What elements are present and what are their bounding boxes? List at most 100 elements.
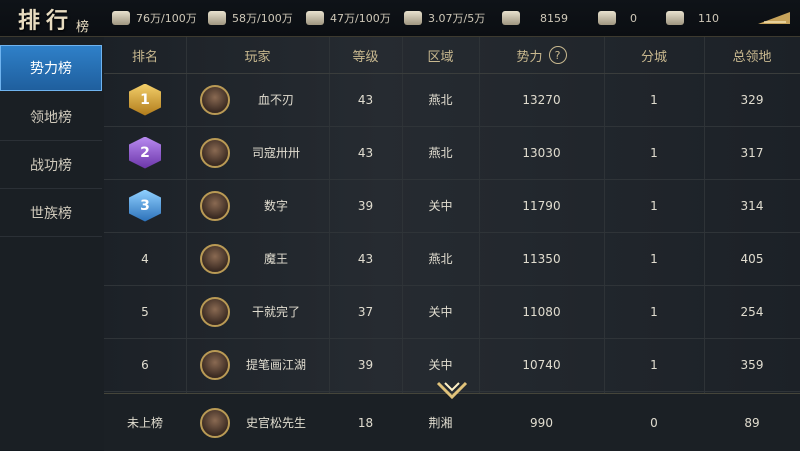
resource-wood: 58万/100万 [208,9,293,27]
header-region: 区域 [427,49,454,65]
branch-cell: 1 [650,145,658,160]
back-arrow-icon[interactable] [754,4,794,30]
territory-cell: 405 [740,251,764,266]
chevron-down-icon[interactable] [436,380,468,400]
region-cell: 燕北 [428,93,453,107]
gold-icon [598,11,616,25]
player-name: 提笔画江湖 [246,358,307,372]
level-cell: 43 [357,251,374,266]
header-level: 等级 [352,49,379,65]
territory-cell: 254 [740,304,764,319]
power-cell: 13030 [522,145,561,160]
silver-icon [666,11,684,25]
wheat-icon [112,11,130,25]
iron-icon [404,11,422,25]
level-cell: 39 [357,357,374,372]
resource-iron: 3.07万/5万 [404,9,485,27]
power-cell: 10740 [522,357,561,372]
gold-medal-icon: 1 [129,83,161,116]
self-level: 18 [357,415,374,430]
blue-medal-icon: 3 [129,189,161,222]
level-cell: 43 [357,92,374,107]
player-name: 魔王 [264,252,289,266]
command-icon [502,11,520,25]
power-cell: 11790 [522,198,561,213]
tab-merit-ranking[interactable]: 战功榜 [0,142,102,189]
self-territory: 89 [744,415,760,430]
player-cell: 魔王 [186,232,329,285]
table-row[interactable]: 1 血不刃 43 燕北 13270 1 329 [104,73,800,127]
self-power: 990 [530,415,553,430]
territory-cell: 329 [740,92,764,107]
resource-wheat: 76万/100万 [112,9,197,27]
page-title-sub: 榜 [76,20,90,35]
avatar[interactable] [200,190,230,221]
territory-cell: 317 [740,145,764,160]
avatar[interactable] [200,137,230,168]
branch-cell: 1 [650,304,658,319]
table-row[interactable]: 5 干就完了 37 关中 11080 1 254 [104,285,800,339]
resource-gold: 0 [598,9,637,27]
player-name: 司寇卅卅 [252,146,301,160]
sidebar: 势力榜 领地榜 战功榜 世族榜 [0,37,105,450]
rank-cell: 5 [141,304,149,319]
power-cell: 13270 [522,92,561,107]
territory-cell: 314 [740,198,764,213]
player-name: 数字 [264,199,289,213]
player-cell: 干就完了 [186,285,329,338]
rank-cell: 1 [104,73,186,126]
rank-cell: 3 [104,179,186,232]
table-row[interactable]: 3 数字 39 关中 11790 1 314 [104,179,800,233]
header-branch-city: 分城 [640,49,667,65]
branch-cell: 1 [650,198,658,213]
player-cell: 数字 [186,179,329,232]
avatar[interactable] [200,243,230,274]
territory-cell: 359 [740,357,764,372]
self-player-name: 史官松先生 [246,416,307,430]
branch-cell: 1 [650,92,658,107]
rank-cell: 4 [141,251,149,266]
help-icon[interactable]: ? [548,46,567,64]
power-cell: 11350 [522,251,561,266]
branch-cell: 1 [650,251,658,266]
power-cell: 11080 [522,304,561,319]
level-cell: 37 [357,304,374,319]
avatar[interactable] [200,84,230,115]
region-cell: 燕北 [428,252,453,266]
tab-territory-ranking[interactable]: 领地榜 [0,94,102,141]
region-cell: 关中 [428,305,453,319]
self-rank: 未上榜 [126,416,163,430]
rank-cell: 6 [141,357,149,372]
level-cell: 39 [357,198,374,213]
level-cell: 43 [357,145,374,160]
self-branch: 0 [650,415,658,430]
avatar[interactable] [200,296,230,327]
player-cell: 提笔画江湖 [186,338,329,391]
header-player: 玩家 [244,49,271,65]
tab-power-ranking[interactable]: 势力榜 [0,45,102,91]
player-name: 干就完了 [252,305,301,319]
table-row[interactable]: 2 司寇卅卅 43 燕北 13030 1 317 [104,126,800,180]
header-total-territory: 总领地 [732,49,772,65]
page-title: 排行 [18,8,75,34]
header-rank: 排名 [131,49,158,65]
tab-clan-ranking[interactable]: 世族榜 [0,190,102,237]
resource-command: 8159 [502,9,568,27]
resource-silver: 110 [666,9,719,27]
avatar[interactable] [200,349,230,380]
self-player-cell: 史官松先生 [186,394,329,451]
purple-medal-icon: 2 [129,136,161,169]
top-bar: 排行 榜 76万/100万 58万/100万 47万/100万 3.07万/5万… [0,0,800,37]
self-rank-row[interactable]: 未上榜 史官松先生 18 荆湘 990 0 89 [104,393,800,451]
branch-cell: 1 [650,357,658,372]
region-cell: 关中 [428,199,453,213]
region-cell: 燕北 [428,146,453,160]
rank-cell: 2 [104,126,186,179]
avatar[interactable] [200,407,230,438]
player-cell: 司寇卅卅 [186,126,329,179]
stone-icon [306,11,324,25]
header-power: 势力 ? [479,37,604,73]
ranking-table: 排名 玩家 等级 区域 势力 ? 分城 总领地 1 血不刃 43 燕北 1327… [104,37,800,451]
table-row[interactable]: 4 魔王 43 燕北 11350 1 405 [104,232,800,286]
player-name: 血不刃 [258,93,295,107]
